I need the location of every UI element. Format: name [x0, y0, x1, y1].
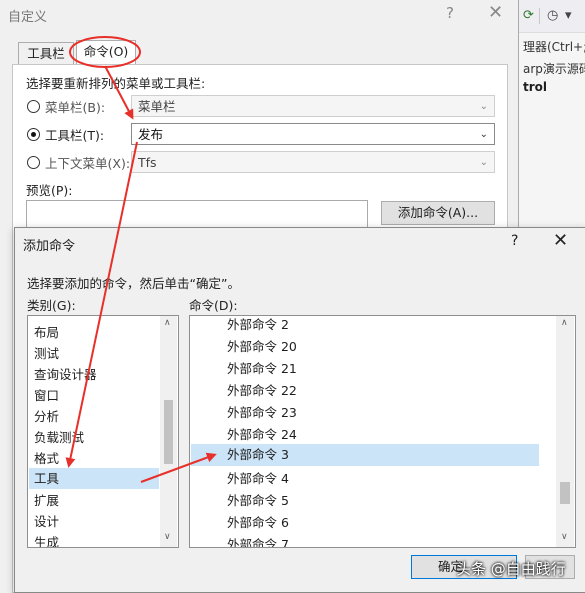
- annotation-overlay: [65, 36, 217, 483]
- highlight-circle: [69, 36, 141, 68]
- annotation-arrow: [140, 452, 217, 483]
- annotation-arrow: [104, 65, 134, 120]
- annotation-arrow: [65, 141, 138, 468]
- watermark: 头条 @自由践行: [456, 560, 566, 578]
